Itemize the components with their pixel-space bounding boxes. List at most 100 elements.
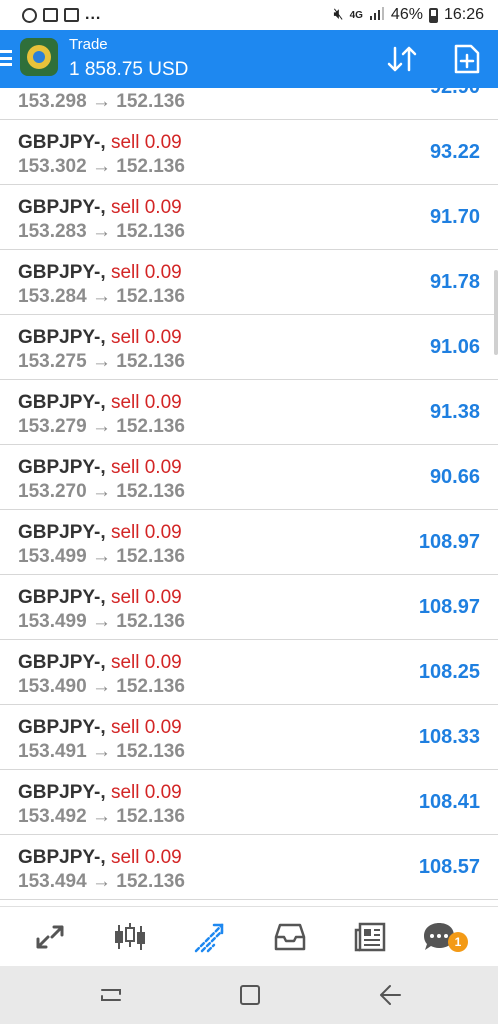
order-row[interactable]: GBPJPY-, sell 0.09 153.491 → 152.136 108.3…	[0, 705, 498, 770]
order-row[interactable]: GBPJPY-, sell 0.09 153.283 → 152.136 91.70	[0, 185, 498, 250]
current-price: 152.136	[116, 481, 185, 502]
order-symbol-line: GBPJPY-, sell 0.09	[18, 847, 182, 869]
current-price: 152.136	[116, 221, 185, 242]
order-row[interactable]: GBPJPY-, sell 0.09 153.499 → 152.136 108.9…	[0, 510, 498, 575]
history-icon[interactable]	[270, 917, 310, 957]
order-profit: 108.33	[418, 726, 480, 748]
order-symbol-line: GBPJPY-, sell 0.09	[18, 782, 182, 804]
network-type: 4G	[349, 9, 363, 21]
order-side: sell 0.09	[110, 652, 182, 673]
order-profit: 91.78	[429, 271, 480, 293]
arrow-icon: →	[91, 676, 111, 697]
order-symbol-line: GBPJPY-, sell 0.09	[18, 327, 182, 349]
battery-percent: 46%	[390, 6, 423, 23]
chart-icon[interactable]	[110, 917, 150, 957]
order-symbol-line: GBPJPY-, sell 0.09	[18, 262, 182, 284]
order-row[interactable]: GBPJPY-, sell 0.09 153.270 → 152.136 90.66	[0, 445, 498, 510]
current-price: 152.136	[116, 546, 185, 567]
order-row[interactable]: GBPJPY-, sell 0.09 153.499 → 152.136 108.9…	[0, 575, 498, 640]
scrollbar[interactable]	[494, 270, 498, 355]
order-symbol: GBPJPY-,	[18, 587, 106, 608]
clock: 16:26	[443, 6, 484, 23]
order-prices: 153.298 → 152.136	[18, 91, 185, 113]
order-prices: 153.491 → 152.136	[18, 741, 185, 763]
order-profit: 93.22	[429, 141, 480, 163]
order-symbol: GBPJPY-,	[18, 457, 106, 478]
arrow-icon: →	[91, 91, 111, 112]
order-row[interactable]: GBPJPY-, sell 0.09 153.490 → 152.136 108.2…	[0, 640, 498, 705]
open-price: 153.494	[18, 871, 87, 892]
arrow-icon: →	[91, 741, 111, 762]
order-side: sell 0.09	[110, 847, 182, 868]
order-symbol: GBPJPY-,	[18, 847, 106, 868]
current-price: 152.136	[116, 416, 185, 437]
messages-badge: 1	[448, 932, 468, 952]
current-price: 152.136	[116, 871, 185, 892]
order-side: sell 0.09	[110, 717, 182, 738]
mute-icon: 🔇︎	[333, 6, 344, 23]
status-bar: ... 🔇︎ 4G 46% 16:26	[0, 0, 498, 30]
order-symbol-line: GBPJPY-, sell 0.09	[18, 522, 182, 544]
app-logo[interactable]	[20, 38, 58, 76]
trade-icon[interactable]	[190, 917, 230, 957]
current-price: 152.136	[116, 676, 185, 697]
order-profit: 108.97	[418, 596, 480, 618]
order-row[interactable]: GBPJPY-, sell 0.09 153.494 → 152.136 108.5…	[0, 835, 498, 900]
current-price: 152.136	[116, 611, 185, 632]
order-symbol-line: GBPJPY-, sell 0.09	[18, 132, 182, 154]
open-price: 153.499	[18, 546, 87, 567]
open-price: 153.283	[18, 221, 87, 242]
order-prices: 153.275 → 152.136	[18, 351, 185, 373]
arrow-icon: →	[91, 156, 111, 177]
sort-icon[interactable]	[385, 44, 421, 74]
order-symbol-line: GBPJPY-, sell 0.09	[18, 392, 182, 414]
order-profit: 108.97	[418, 531, 480, 553]
order-symbol: GBPJPY-,	[18, 327, 106, 348]
order-symbol-line: GBPJPY-, sell 0.09	[18, 652, 182, 674]
bottom-nav	[0, 906, 498, 966]
app-header: Trade 1 858.75 USD	[0, 30, 498, 88]
order-side: sell 0.09	[110, 587, 182, 608]
order-row[interactable]: GBPJPY-, sell 0.09 153.298 → 152.136 92.90	[0, 88, 498, 120]
order-profit: 91.06	[429, 336, 480, 358]
new-order-icon[interactable]	[453, 44, 481, 74]
order-symbol-line: GBPJPY-, sell 0.09	[18, 457, 182, 479]
current-price: 152.136	[116, 156, 185, 177]
order-row[interactable]: GBPJPY-, sell 0.09 153.284 → 152.136 91.78	[0, 250, 498, 315]
order-side: sell 0.09	[110, 522, 182, 543]
open-price: 153.492	[18, 806, 87, 827]
orders-list[interactable]: GBPJPY-, sell 0.09 153.298 → 152.136 92.90…	[0, 88, 498, 906]
order-profit: 91.38	[429, 401, 480, 423]
order-row[interactable]: GBPJPY-, sell 0.09 153.275 → 152.136 91.06	[0, 315, 498, 380]
order-side: sell 0.09	[110, 262, 182, 283]
quotes-icon[interactable]	[30, 917, 70, 957]
current-price: 152.136	[116, 806, 185, 827]
arrow-icon: →	[91, 221, 111, 242]
news-icon[interactable]	[350, 917, 390, 957]
arrow-icon: →	[91, 806, 111, 827]
current-price: 152.136	[116, 741, 185, 762]
order-profit: 108.57	[418, 856, 480, 878]
order-prices: 153.490 → 152.136	[18, 676, 185, 698]
home-icon[interactable]	[237, 982, 265, 1008]
arrow-icon: →	[91, 546, 111, 567]
recent-apps-icon[interactable]	[98, 982, 126, 1008]
order-prices: 153.494 → 152.136	[18, 871, 185, 893]
open-price: 153.499	[18, 611, 87, 632]
arrow-icon: →	[91, 351, 111, 372]
back-icon[interactable]	[376, 982, 404, 1008]
order-symbol-line: GBPJPY-, sell 0.09	[18, 88, 182, 89]
order-side: sell 0.09	[110, 782, 182, 803]
order-row[interactable]: GBPJPY-, sell 0.09 153.279 → 152.136 91.38	[0, 380, 498, 445]
current-price: 152.136	[116, 286, 185, 307]
open-price: 153.302	[18, 156, 87, 177]
order-profit: 90.66	[429, 466, 480, 488]
order-row[interactable]: GBPJPY-, sell 0.09 153.302 → 152.136 93.22	[0, 120, 498, 185]
order-symbol: GBPJPY-,	[18, 717, 106, 738]
order-row[interactable]: GBPJPY-, sell 0.09 153.492 → 152.136 108.4…	[0, 770, 498, 835]
order-prices: 153.302 → 152.136	[18, 156, 185, 178]
gallery-icon	[43, 8, 58, 22]
order-profit: 92.90	[430, 88, 480, 99]
order-profit: 108.25	[418, 661, 480, 683]
menu-icon[interactable]	[0, 50, 12, 66]
